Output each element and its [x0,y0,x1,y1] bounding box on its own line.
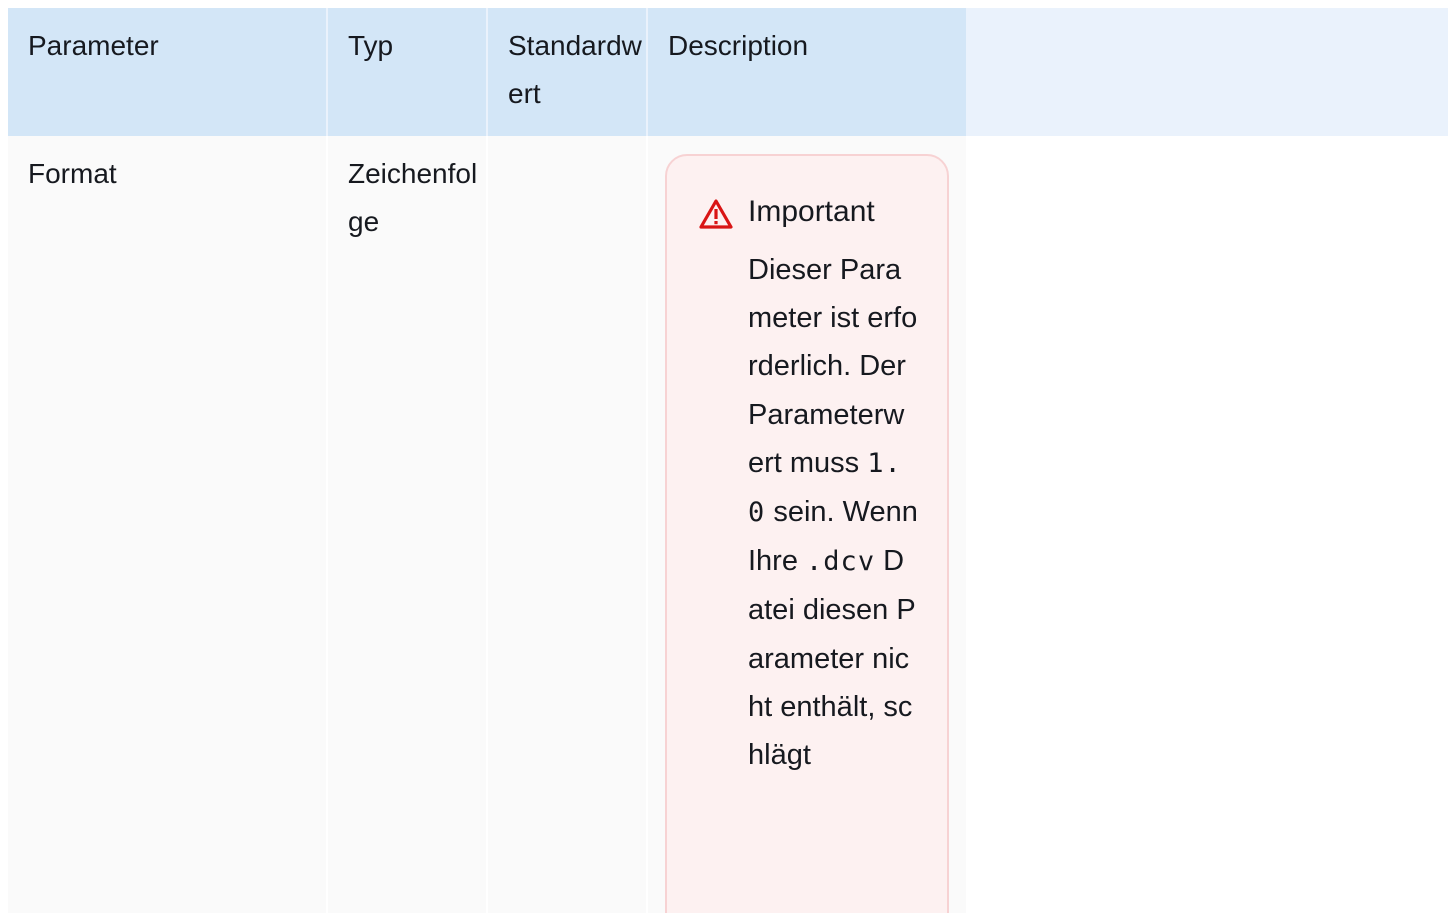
cell-default [488,136,646,913]
warning-triangle-icon [699,199,733,229]
table-row: Format Zeichenfolge Important Dieser Par… [8,136,1448,913]
alert-title: Important [748,195,875,228]
alert-text: Datei diesen Parameter nicht enthält, sc… [748,545,916,772]
alert-body: Dieser Parameter ist erforderlich. Der P… [748,246,918,779]
alert-text: Dieser Parameter ist erforderlich. Der P… [748,254,918,479]
header-default: Standardwert [488,8,646,136]
important-alert: Important Dieser Parameter ist erforderl… [665,154,949,913]
table-header-row: Parameter Typ Standardwert Description [8,8,1448,136]
cell-parameter: Format [8,136,326,913]
parameter-table: Parameter Typ Standardwert Description F… [8,8,1448,913]
header-type: Typ [328,8,486,136]
header-description: Description [648,8,966,136]
cell-type: Zeichenfolge [328,136,486,913]
header-parameter: Parameter [8,8,326,136]
file-extension-code: .dcv [806,546,876,578]
cell-description: Important Dieser Parameter ist erforderl… [648,136,966,913]
